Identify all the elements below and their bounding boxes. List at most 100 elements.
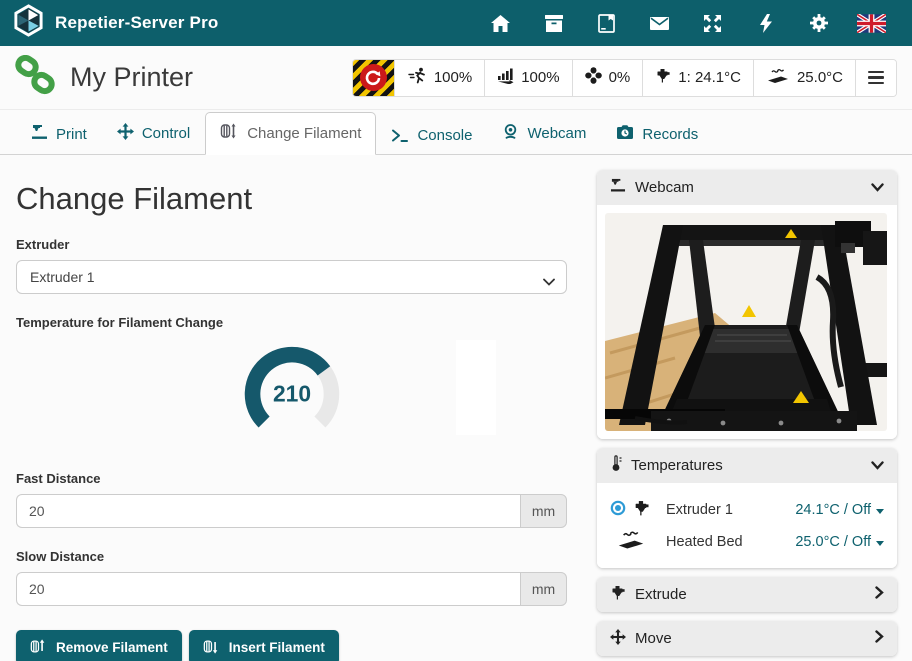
tab-console-label: Console	[417, 127, 472, 144]
emergency-stop-button[interactable]	[353, 60, 394, 96]
tab-webcam[interactable]: Webcam	[487, 113, 601, 155]
temp-row-name: Extruder 1	[666, 502, 733, 518]
slow-distance-field: Slow Distance mm	[16, 549, 567, 606]
fast-distance-input[interactable]	[16, 494, 520, 528]
home-icon[interactable]	[474, 15, 527, 32]
records-camera-icon	[616, 124, 634, 144]
heated-bed-icon	[766, 67, 790, 89]
sidebar: Webcam	[597, 169, 897, 661]
move-cross-icon	[610, 629, 626, 649]
repetier-logo-icon	[12, 4, 45, 42]
tab-control-label: Control	[142, 125, 190, 142]
chevron-down-icon	[871, 179, 884, 196]
printer-icon	[610, 178, 626, 197]
temp-row-value: 24.1°C / Off	[795, 502, 871, 518]
speed-value: 100%	[434, 69, 472, 86]
printer-header: My Printer	[0, 46, 912, 110]
uk-flag-icon[interactable]	[845, 14, 898, 33]
filament-updown-icon	[220, 122, 239, 144]
extruder-field: Extruder Extruder 1	[16, 237, 567, 294]
tab-control[interactable]: Control	[102, 113, 205, 155]
bed-temp-dropdown[interactable]: 25.0°C / Off	[795, 534, 884, 550]
bed-temp-value: 25.0°C	[797, 69, 843, 86]
gear-icon[interactable]	[792, 14, 845, 32]
speed-status[interactable]: 100%	[394, 60, 484, 96]
extruder-temp-dropdown[interactable]: 24.1°C / Off	[795, 502, 884, 518]
console-icon	[391, 128, 409, 143]
remove-filament-label: Remove Filament	[56, 640, 168, 655]
chevron-right-icon	[875, 586, 884, 603]
runner-icon	[407, 67, 427, 88]
extruder-select[interactable]: Extruder 1	[16, 260, 567, 294]
webcam-view[interactable]	[597, 205, 897, 439]
temperatures-panel: Temperatures	[597, 448, 897, 568]
move-panel-header[interactable]: Move	[597, 621, 897, 656]
filament-down-icon	[203, 638, 220, 658]
extrude-panel-title: Extrude	[635, 586, 687, 603]
extruder-select-value: Extruder 1	[30, 269, 95, 285]
printer-menu-button[interactable]	[855, 60, 896, 96]
extruder-nozzle-icon	[610, 585, 626, 605]
insert-filament-button[interactable]: Insert Filament	[189, 630, 339, 661]
slow-distance-unit: mm	[520, 572, 567, 606]
hazard-stripes	[353, 60, 394, 96]
tab-console[interactable]: Console	[376, 117, 487, 155]
flow-status[interactable]: 100%	[484, 60, 571, 96]
extruder-nozzle-icon	[655, 68, 671, 88]
heated-bed-icon	[616, 529, 646, 555]
remove-filament-button[interactable]: Remove Filament	[16, 630, 182, 661]
mail-icon[interactable]	[633, 17, 686, 30]
caret-down-icon	[876, 509, 884, 514]
brand-title: Repetier-Server Pro	[55, 13, 218, 33]
temperatures-panel-header[interactable]: Temperatures	[597, 448, 897, 483]
emergency-stop-icon	[360, 64, 387, 91]
expand-arrows-icon[interactable]	[686, 15, 739, 32]
extruder-temp-status[interactable]: 1: 24.1°C	[642, 60, 753, 96]
fast-distance-unit: mm	[520, 494, 567, 528]
page-title: My Printer	[70, 62, 193, 93]
tab-print-label: Print	[56, 126, 87, 143]
flow-bars-icon	[497, 67, 514, 88]
temperatures-panel-title: Temperatures	[631, 457, 723, 474]
top-navbar: Repetier-Server Pro	[0, 0, 912, 46]
slow-distance-input[interactable]	[16, 572, 520, 606]
temperature-field: Temperature for Filament Change 210	[16, 315, 567, 450]
webcam-panel: Webcam	[597, 170, 897, 439]
chevron-right-icon	[875, 630, 884, 647]
fan-status[interactable]: 0%	[572, 60, 643, 96]
thermometer-icon	[610, 455, 622, 476]
fan-icon	[585, 67, 602, 88]
temperature-row-extruder: Extruder 1 24.1°C / Off	[610, 494, 884, 526]
temp-row-value: 25.0°C / Off	[795, 534, 871, 550]
tab-change-filament[interactable]: Change Filament	[205, 112, 376, 155]
chevron-down-icon	[543, 273, 555, 289]
fan-value: 0%	[609, 69, 631, 86]
temperature-label: Temperature for Filament Change	[16, 315, 567, 330]
hamburger-icon	[868, 71, 884, 84]
brand[interactable]: Repetier-Server Pro	[12, 4, 218, 42]
chevron-down-icon	[871, 457, 884, 474]
extrude-panel-header[interactable]: Extrude	[597, 577, 897, 612]
extruder-temp-value: 1: 24.1°C	[678, 69, 741, 86]
printer-tabs: Print Control Change Filament	[0, 110, 912, 155]
navbar-icons	[474, 14, 898, 33]
temperature-knob[interactable]: 210	[240, 338, 344, 451]
flow-value: 100%	[521, 69, 559, 86]
knob-input-spacer	[456, 340, 496, 435]
webcam-panel-title: Webcam	[635, 179, 694, 196]
book-icon[interactable]	[580, 14, 633, 33]
tab-print[interactable]: Print	[16, 114, 102, 155]
temperature-value: 210	[273, 380, 311, 406]
selected-radio-icon[interactable]	[610, 500, 626, 520]
temperature-row-bed: Heated Bed 25.0°C / Off	[610, 526, 884, 558]
webcam-stream-image	[605, 213, 887, 431]
caret-down-icon	[876, 541, 884, 546]
bolt-icon[interactable]	[739, 14, 792, 33]
tab-records[interactable]: Records	[601, 114, 713, 155]
move-panel-title: Move	[635, 630, 672, 647]
webcam-panel-header[interactable]: Webcam	[597, 170, 897, 205]
bed-temp-status[interactable]: 25.0°C	[753, 60, 855, 96]
tab-webcam-label: Webcam	[527, 125, 586, 142]
extruder-label: Extruder	[16, 237, 567, 252]
archive-box-icon[interactable]	[527, 15, 580, 32]
